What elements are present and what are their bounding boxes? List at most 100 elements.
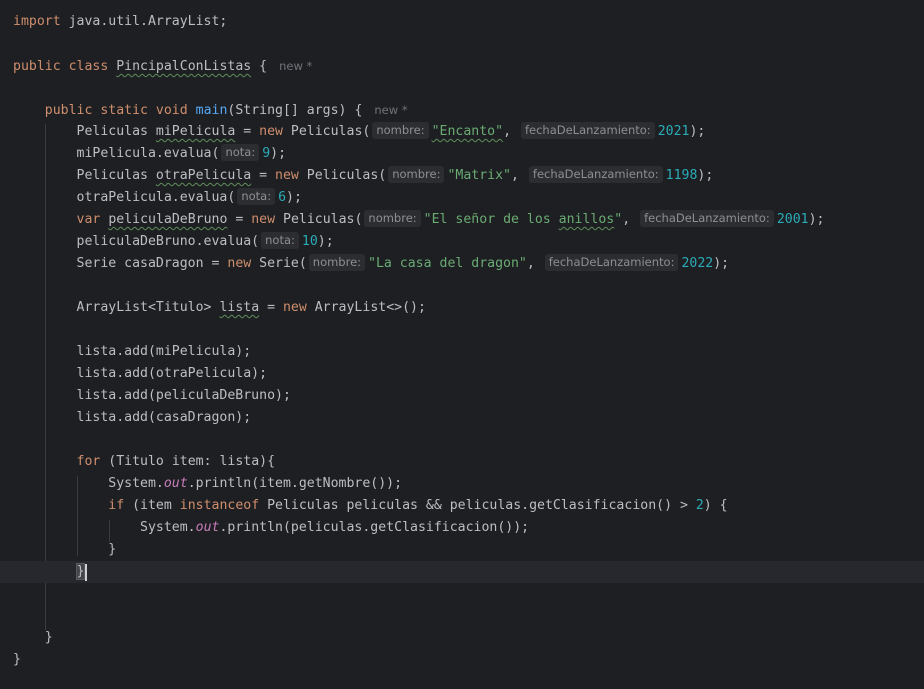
code-token: out	[195, 520, 220, 535]
code-token: ,	[511, 168, 527, 183]
code-line[interactable]	[0, 33, 924, 55]
code-line[interactable]	[0, 77, 924, 99]
code-token: =	[227, 212, 252, 227]
code-line[interactable]: Serie casaDragon = new Serie(nombre: "La …	[0, 253, 924, 275]
code-token: 10	[301, 234, 318, 249]
author-hint[interactable]: new *	[374, 103, 407, 117]
code-line[interactable]: Peliculas otraPelicula = new Peliculas(n…	[0, 165, 924, 187]
code-line[interactable]: System.out.println(peliculas.getClasific…	[0, 517, 924, 539]
code-token: Serie casaDragon =	[13, 256, 228, 271]
code-token: lista.add(miPelicula);	[13, 344, 252, 359]
parameter-hint: nombre:	[308, 254, 366, 271]
code-token: }	[13, 542, 117, 557]
code-token: lista.add(peliculaDeBruno);	[13, 388, 291, 403]
code-line[interactable]	[0, 319, 924, 341]
code-line[interactable]: if (item instanceof Peliculas peliculas …	[0, 495, 924, 517]
code-token: Peliculas	[13, 168, 156, 183]
parameter-hint: nota:	[221, 144, 260, 161]
code-line[interactable]: Peliculas miPelicula = new Peliculas(nom…	[0, 121, 924, 143]
code-token: }	[75, 563, 86, 580]
code-line[interactable]: }	[0, 627, 924, 649]
code-token: System.	[13, 520, 196, 535]
author-hint[interactable]: new *	[279, 59, 312, 73]
code-token: lista.add(otraPelicula);	[13, 366, 268, 381]
code-line[interactable]: var peliculaDeBruno = new Peliculas(nomb…	[0, 209, 924, 231]
code-token: }	[13, 652, 21, 667]
parameter-hint: nombre:	[388, 166, 445, 183]
code-token: Peliculas(	[298, 168, 387, 183]
code-token: miPelicula.evalua(	[13, 146, 220, 161]
code-token: 2001	[776, 212, 809, 227]
code-token: (item	[124, 498, 180, 513]
code-token: =	[251, 168, 276, 183]
code-token: "La casa del dragon"	[368, 256, 527, 271]
code-token: out	[163, 476, 188, 491]
keyword-token: new	[282, 300, 307, 315]
code-token: otraPelicula.evalua(	[13, 190, 236, 205]
parameter-hint: nombre:	[364, 210, 421, 227]
keyword-token: public class	[13, 59, 109, 74]
code-token: "Encanto"	[431, 124, 504, 139]
code-line[interactable]	[0, 429, 924, 451]
code-editor[interactable]: import java.util.ArrayList; public class …	[0, 0, 924, 689]
keyword-token: new	[227, 256, 252, 271]
parameter-hint: nota:	[261, 232, 299, 249]
keyword-token: new	[275, 168, 299, 183]
code-line[interactable]: miPelicula.evalua(nota: 9);	[0, 143, 924, 165]
code-line[interactable]: lista.add(otraPelicula);	[0, 363, 924, 385]
code-line[interactable]: lista.add(peliculaDeBruno);	[0, 385, 924, 407]
parameter-hint: fechaDeLanzamiento:	[640, 210, 774, 227]
code-line[interactable]: ArrayList<Titulo> lista = new ArrayList<…	[0, 297, 924, 319]
code-line[interactable]	[0, 583, 924, 605]
code-line[interactable]: import java.util.ArrayList;	[0, 11, 924, 33]
code-line[interactable]: public static void main(String[] args) {…	[0, 99, 924, 121]
keyword-token: if	[108, 498, 125, 513]
code-token: lista	[219, 300, 260, 315]
keyword-token: public static void	[44, 103, 188, 118]
code-token: {	[251, 59, 268, 74]
code-token: 9	[262, 146, 271, 161]
code-token: );	[808, 212, 825, 227]
code-token: 2021	[657, 124, 690, 139]
keyword-token: instanceof	[179, 498, 260, 513]
code-token: peliculaDeBruno.evalua(	[13, 234, 260, 249]
code-line[interactable]: }	[0, 539, 924, 561]
code-token: ArrayList<>();	[306, 300, 426, 315]
code-token: lista.add(casaDragon);	[13, 410, 252, 425]
text-caret	[85, 564, 87, 581]
code-line[interactable]: lista.add(miPelicula);	[0, 341, 924, 363]
code-token: 2022	[681, 256, 714, 271]
parameter-hint: fechaDeLanzamiento:	[528, 166, 663, 183]
code-token: =	[235, 124, 260, 139]
code-token: main	[195, 103, 228, 118]
code-line[interactable]	[0, 275, 924, 297]
code-line[interactable]: public class PincipalConListas {new *	[0, 55, 924, 77]
code-token: );	[286, 190, 302, 205]
code-line[interactable]: }	[0, 649, 924, 671]
keyword-token: for	[76, 454, 101, 469]
code-line[interactable]: for (Titulo item: lista){	[0, 451, 924, 473]
code-line[interactable]: }	[0, 561, 924, 583]
code-line[interactable]: System.out.println(item.getNombre());	[0, 473, 924, 495]
code-line[interactable]: otraPelicula.evalua(nota: 6);	[0, 187, 924, 209]
code-token: "El señor de los	[423, 212, 559, 227]
code-token: Peliculas(	[282, 124, 371, 139]
code-line[interactable]	[0, 605, 924, 627]
code-token: "	[614, 212, 623, 227]
code-token: java.util.ArrayList;	[60, 14, 228, 29]
code-token: anillos	[558, 212, 615, 227]
code-token: Peliculas	[13, 124, 156, 139]
code-token: "Matrix"	[447, 168, 511, 183]
parameter-hint: nota:	[237, 188, 276, 205]
code-token: }	[13, 630, 53, 645]
code-token: Peliculas peliculas && peliculas.getClas…	[259, 498, 696, 513]
code-token: );	[689, 124, 706, 139]
code-line[interactable]: peliculaDeBruno.evalua(nota: 10);	[0, 231, 924, 253]
code-token: miPelicula	[155, 124, 236, 139]
code-line[interactable]: lista.add(casaDragon);	[0, 407, 924, 429]
